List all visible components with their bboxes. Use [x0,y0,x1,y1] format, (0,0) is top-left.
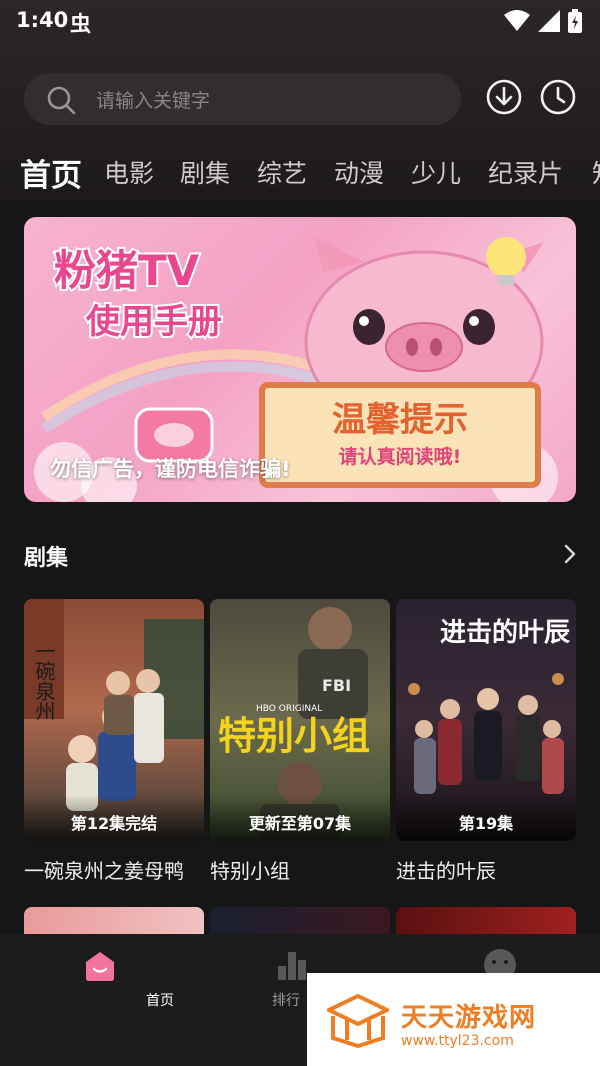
episode-badge: 第12集完结 [24,795,204,841]
status-time: 1:40 [16,8,69,32]
banner-art-title-1: 粉猪TV [54,246,200,295]
category-tabs: 首页 电影 剧集 综艺 动漫 少儿 纪录片 知 [20,150,600,194]
poster-title: 进击的叶辰 [440,617,570,648]
wifi-icon [504,10,530,31]
drama-card[interactable]: 进击的叶辰 第19集 进击的叶辰 [396,599,576,883]
tab-anime[interactable]: 动漫 [334,154,384,190]
notice-sign: 温馨提示 请认真阅读哦! [259,382,541,488]
poster: FBI HBO ORIGINAL 特别小组 更新至第07集 [210,599,390,841]
signal-icon [538,10,560,32]
tab-variety[interactable]: 综艺 [257,154,307,190]
drama-card[interactable]: FBI HBO ORIGINAL 特别小组 更新至第07集 特别小组 [210,599,390,883]
search-input[interactable]: 请输入关键字 [96,86,210,113]
notification-glyph: 虫 [70,12,91,36]
status-bar: 1:40 虫 [0,0,600,44]
poster: 一碗泉州 第12集完结 [24,599,204,841]
tab-movies[interactable]: 电影 [104,154,154,190]
section-title: 剧集 [24,546,69,571]
banner-sign-subtitle: 请认真阅读哦! [339,445,462,468]
chevron-right-icon[interactable] [560,542,580,566]
banner-sign-title: 温馨提示 [332,400,468,440]
episode-badge: 更新至第07集 [210,795,390,841]
watermark-url: www.ttyl23.com [401,1033,514,1049]
tab-series[interactable]: 剧集 [180,154,230,190]
nav-home-label: 首页 [146,993,174,1009]
ranking-icon [278,952,306,980]
episode-badge: 第19集 [396,795,576,841]
poster: 进击的叶辰 第19集 [396,599,576,841]
poster-title: 一碗泉州 [32,641,56,721]
banner-art-title-2: 使用手册 [85,302,222,342]
poster-network: HBO ORIGINAL [256,704,322,714]
history-icon[interactable] [540,79,576,115]
search-bar[interactable]: 请输入关键字 [24,73,461,125]
vest-text: FBI [322,676,351,695]
drama-card[interactable]: 一碗泉州 第12集完结 一碗泉州之姜母鸭 [24,599,204,883]
status-icons [504,9,582,33]
poster-title: 特别小组 [218,714,370,758]
watermark-name: 天天游戏网 [401,1003,537,1033]
home-icon [86,952,114,981]
tab-documentary[interactable]: 纪录片 [488,154,563,190]
battery-icon [568,9,582,33]
watermark-logo-icon [327,994,389,1048]
card-title: 进击的叶辰 [396,859,496,883]
card-title: 一碗泉州之姜母鸭 [24,859,184,883]
download-icon[interactable] [486,79,522,115]
banner-caption: 勿信广告，谨防电信诈骗! [50,457,291,481]
search-icon [47,86,76,115]
site-watermark: 天天游戏网 www.ttyl23.com [307,973,600,1066]
tab-kids[interactable]: 少儿 [411,154,461,190]
tab-home[interactable]: 首页 [20,150,82,194]
promo-banner[interactable]: 粉猪TV 使用手册 温馨提示 请认真阅读哦! 勿信广告，谨防电信诈骗! [24,217,576,502]
card-title: 特别小组 [210,859,290,883]
tab-knowledge[interactable]: 知 [592,154,600,190]
